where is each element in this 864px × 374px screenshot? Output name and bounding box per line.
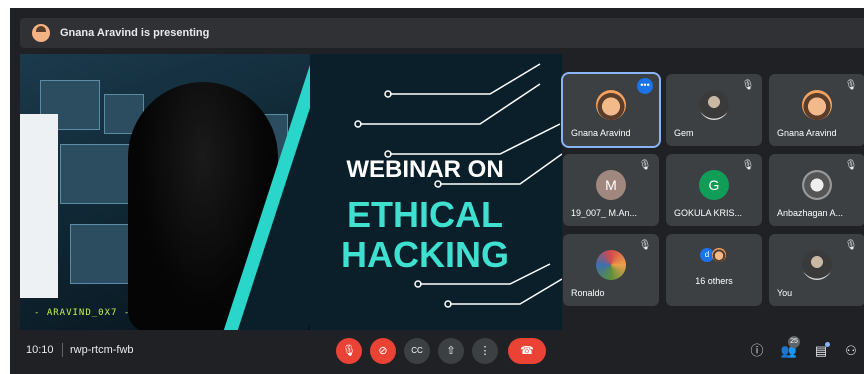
- presentation-slide[interactable]: WEBINAR ON ETHICAL HACKING - ARAVIND_0X7…: [20, 54, 562, 330]
- avatar: [712, 248, 726, 262]
- mic-off-icon: 🎙: [637, 158, 653, 174]
- participant-name: 19_007_ M.An...: [571, 208, 638, 218]
- participant-name: Gnana Aravind: [571, 128, 631, 138]
- control-bar: 10:10 rwp-rtcm-fwb 🎙 ⊘ CC ⇧ ⋮ ☎ ⓘ 👥 25 ▤…: [10, 330, 864, 374]
- mic-off-icon: 🎙: [740, 78, 756, 94]
- present-icon[interactable]: ⇧: [438, 338, 464, 364]
- mic-off-icon: 🎙: [740, 158, 756, 174]
- avatar: [596, 90, 626, 120]
- participant-tile-self[interactable]: 🎙 You: [769, 234, 864, 306]
- participant-name: Gem: [674, 128, 694, 138]
- meet-window: Gnana Aravind is presenting WEBINAR ON E…: [10, 8, 864, 374]
- presenting-banner: Gnana Aravind is presenting: [20, 18, 864, 48]
- slide-title-line3: HACKING: [341, 234, 509, 275]
- participant-tile[interactable]: 🎙 Gnana Aravind: [769, 74, 864, 146]
- avatar: [802, 170, 832, 200]
- mic-off-icon: 🎙: [843, 158, 859, 174]
- info-icon[interactable]: ⓘ: [746, 340, 768, 362]
- circuit-lines: [354, 63, 562, 308]
- slide-title-line1: WEBINAR ON: [346, 156, 504, 183]
- participant-name: You: [777, 288, 793, 298]
- more-options-icon[interactable]: •••: [637, 78, 653, 94]
- unread-dot: [825, 342, 830, 347]
- participant-tile[interactable]: 🎙 Gem: [666, 74, 762, 146]
- avatar: [802, 250, 832, 280]
- avatar: M: [596, 170, 626, 200]
- activities-icon[interactable]: ⚇: [840, 340, 862, 362]
- mic-off-icon[interactable]: 🎙: [336, 338, 362, 364]
- divider: [62, 343, 63, 357]
- presenter-avatar: [32, 24, 50, 42]
- participant-name: Anbazhagan A...: [777, 208, 844, 218]
- participant-name: 16 others: [695, 276, 733, 286]
- participant-tile[interactable]: ••• Gnana Aravind: [561, 72, 661, 148]
- participant-tile[interactable]: 🎙 Anbazhagan A...: [769, 154, 864, 226]
- participant-name: Ronaldo: [571, 288, 605, 298]
- more-options-icon[interactable]: ⋮: [472, 338, 498, 364]
- avatar: [699, 90, 729, 120]
- presenting-banner-text: Gnana Aravind is presenting: [60, 27, 210, 39]
- participant-name: Gnana Aravind: [777, 128, 837, 138]
- participant-tile[interactable]: 🎙 G GOKULA KRIS...: [666, 154, 762, 226]
- meeting-code: rwp-rtcm-fwb: [70, 344, 134, 356]
- avatar: [802, 90, 832, 120]
- participant-tile[interactable]: 🎙 M 19_007_ M.An...: [563, 154, 659, 226]
- mic-off-icon: 🎙: [843, 238, 859, 254]
- meeting-time: 10:10: [26, 344, 54, 356]
- chat-button[interactable]: ▤: [810, 340, 832, 362]
- mic-off-icon: 🎙: [843, 78, 859, 94]
- slide-watermark: - ARAVIND_0X7 -: [34, 308, 131, 318]
- camera-off-icon[interactable]: ⊘: [370, 338, 396, 364]
- end-call-button[interactable]: ☎: [508, 338, 546, 364]
- people-button[interactable]: 👥 25: [778, 336, 800, 362]
- captions-icon[interactable]: CC: [404, 338, 430, 364]
- participant-count-badge: 25: [788, 336, 800, 348]
- participant-tile-others[interactable]: d 16 others: [666, 234, 762, 306]
- slide-title-line2: ETHICAL: [347, 194, 503, 235]
- slide-side-tab: [20, 114, 58, 298]
- avatar: [596, 250, 626, 280]
- avatar: G: [699, 170, 729, 200]
- participant-name: GOKULA KRIS...: [674, 208, 743, 218]
- mic-off-icon: 🎙: [637, 238, 653, 254]
- participant-tile[interactable]: 🎙 Ronaldo: [563, 234, 659, 306]
